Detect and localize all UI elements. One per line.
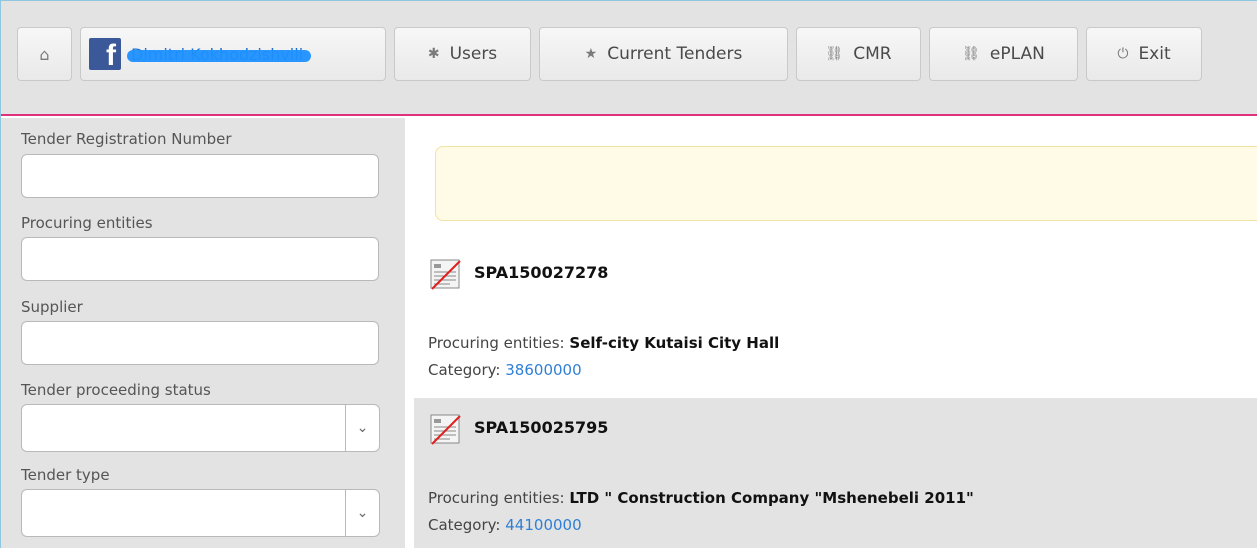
chevron-down-icon: ⌄ — [345, 405, 379, 451]
gear-icon: ✱ — [427, 46, 440, 62]
power-icon: ⏻ — [1117, 46, 1129, 62]
current-tenders-label: Current Tenders — [607, 44, 743, 64]
results-panel: SPA150027278 Procuring entities: Self-ci… — [405, 118, 1257, 548]
procuring-entity-line: Procuring entities: LTD " Construction C… — [428, 489, 974, 507]
link-icon: ⛓ — [962, 46, 980, 62]
home-button[interactable]: ⌂ — [17, 27, 72, 81]
eplan-label: ePLAN — [989, 44, 1045, 64]
proceeding-status-label: Tender proceeding status — [21, 381, 211, 399]
redaction-scribble — [127, 49, 312, 62]
procuring-entity-value: LTD " Construction Company "Mshenebeli 2… — [569, 489, 974, 507]
cmr-button[interactable]: ⛓ CMR — [796, 27, 921, 81]
tender-type-select[interactable]: ⌄ — [21, 489, 380, 537]
filter-sidebar: Tender Registration Number Procuring ent… — [1, 118, 405, 548]
document-icon — [430, 414, 461, 445]
tender-type-label: Tender type — [21, 466, 110, 484]
registration-number-input[interactable] — [21, 154, 379, 198]
procuring-entity-value: Self-city Kutaisi City Hall — [569, 334, 780, 352]
proceeding-status-select[interactable]: ⌄ — [21, 404, 380, 452]
top-navigation: ⌂ f Dimitri Kokhodzishvili ✱ Users ★ Cur… — [1, 1, 1257, 116]
facebook-user-button[interactable]: f Dimitri Kokhodzishvili — [80, 27, 386, 81]
home-icon: ⌂ — [39, 44, 50, 64]
category-line: Category: 44100000 — [428, 516, 582, 534]
chevron-down-icon: ⌄ — [345, 490, 379, 536]
tender-id[interactable]: SPA150027278 — [474, 263, 608, 282]
star-icon: ★ — [584, 46, 598, 62]
category-link[interactable]: 44100000 — [505, 516, 581, 534]
category-link[interactable]: 38600000 — [505, 361, 581, 379]
registration-number-label: Tender Registration Number — [21, 130, 232, 148]
eplan-button[interactable]: ⛓ ePLAN — [929, 27, 1078, 81]
tender-result[interactable]: SPA150025795 Procuring entities: LTD " C… — [414, 398, 1257, 548]
supplier-input[interactable] — [21, 321, 379, 365]
supplier-label: Supplier — [21, 298, 83, 316]
notice-box — [435, 146, 1257, 221]
current-tenders-button[interactable]: ★ Current Tenders — [539, 27, 788, 81]
facebook-icon: f — [89, 38, 121, 72]
exit-label: Exit — [1138, 44, 1171, 64]
users-label: Users — [449, 44, 498, 64]
procuring-entity-label: Procuring entities: — [428, 489, 565, 507]
document-icon — [430, 259, 461, 290]
users-button[interactable]: ✱ Users — [394, 27, 531, 81]
procuring-entity-label: Procuring entities: — [428, 334, 565, 352]
category-line: Category: 38600000 — [428, 361, 582, 379]
category-label: Category: — [428, 361, 501, 379]
procuring-entities-label: Procuring entities — [21, 214, 153, 232]
user-name: Dimitri Kokhodzishvili — [127, 45, 312, 64]
procuring-entity-line: Procuring entities: Self-city Kutaisi Ci… — [428, 334, 779, 352]
tender-id[interactable]: SPA150025795 — [474, 418, 608, 437]
category-label: Category: — [428, 516, 501, 534]
link-icon: ⛓ — [825, 46, 844, 62]
procuring-entities-input[interactable] — [21, 237, 379, 281]
exit-button[interactable]: ⏻ Exit — [1086, 27, 1202, 81]
tender-result[interactable]: SPA150027278 Procuring entities: Self-ci… — [414, 243, 1257, 396]
cmr-label: CMR — [853, 44, 892, 64]
